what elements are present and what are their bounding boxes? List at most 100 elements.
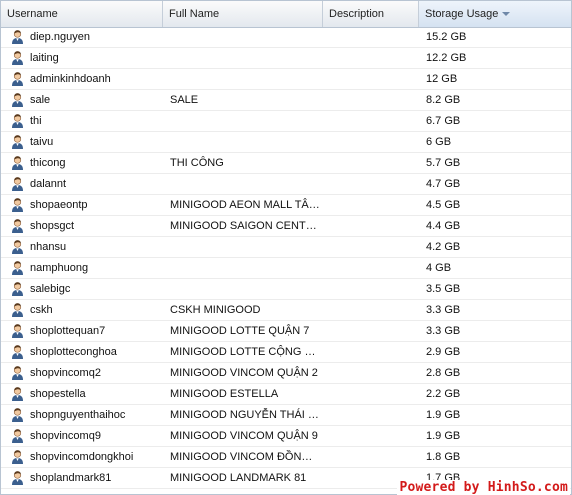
user-icon xyxy=(11,92,24,107)
description-cell xyxy=(330,111,418,131)
column-header-username[interactable]: Username xyxy=(1,1,163,27)
storage-usage-cell: 3.3 GB xyxy=(426,325,461,337)
username-cell: shoplottequan7 xyxy=(11,321,161,341)
storage-usage-cell: 12.2 GB xyxy=(426,52,467,64)
table-row[interactable]: dalannt 4.7 GB xyxy=(1,174,571,195)
full-name-cell: MINIGOOD LOTTE CỘNG HÒA xyxy=(170,346,320,358)
storage-usage-cell: 4.7 GB xyxy=(426,178,461,190)
username-cell: thi xyxy=(11,111,161,131)
table-row[interactable]: sale SALE 8.2 GB xyxy=(1,90,571,111)
user-icon xyxy=(11,302,24,317)
table-row[interactable]: thicong THI CÔNG 5.7 GB xyxy=(1,153,571,174)
user-icon xyxy=(11,281,24,296)
full-name-cell xyxy=(170,48,320,68)
table-row[interactable]: diep.nguyen 15.2 GB xyxy=(1,27,571,48)
table-row[interactable]: namphuong 4 GB xyxy=(1,258,571,279)
storage-usage-cell: 8.2 GB xyxy=(426,94,461,106)
table-row[interactable]: salebigc 3.5 GB xyxy=(1,279,571,300)
description-cell xyxy=(330,300,418,320)
username-text: laiting xyxy=(30,52,59,65)
username-cell: taivu xyxy=(11,132,161,152)
table-row[interactable]: nhansu 4.2 GB xyxy=(1,237,571,258)
username-cell: namphuong xyxy=(11,258,161,278)
username-cell: shopvincomq2 xyxy=(11,363,161,383)
user-icon xyxy=(11,407,24,422)
user-icon xyxy=(11,71,24,86)
table-row[interactable]: shopaeontp MINIGOOD AEON MALL TÂN PHÚ 4.5 … xyxy=(1,195,571,216)
user-icon xyxy=(11,260,24,275)
username-cell: shopestella xyxy=(11,384,161,404)
column-header-full-name-label: Full Name xyxy=(169,8,220,20)
description-cell xyxy=(330,363,418,383)
table-row[interactable]: cskh CSKH MINIGOOD 3.3 GB xyxy=(1,300,571,321)
user-icon xyxy=(11,113,24,128)
storage-usage-cell: 2.9 GB xyxy=(426,346,461,358)
column-header-storage-usage[interactable]: Storage Usage xyxy=(419,1,571,27)
description-cell xyxy=(330,174,418,194)
table-row[interactable]: shopvincomq2 MINIGOOD VINCOM QUẬN 2 2.8 GB xyxy=(1,363,571,384)
description-cell xyxy=(330,48,418,68)
user-icon xyxy=(11,449,24,464)
storage-usage-cell: 1.9 GB xyxy=(426,409,461,421)
storage-usage-cell: 4.2 GB xyxy=(426,241,461,253)
username-text: taivu xyxy=(30,136,54,149)
full-name-cell xyxy=(170,69,320,89)
full-name-cell xyxy=(170,258,320,278)
username-text: shoplotteconghoa xyxy=(30,346,117,359)
table-row[interactable]: thi 6.7 GB xyxy=(1,111,571,132)
full-name-cell: MINIGOOD SAIGON CENTRE xyxy=(170,220,320,232)
column-header-description[interactable]: Description xyxy=(323,1,419,27)
user-icon xyxy=(11,155,24,170)
username-text: nhansu xyxy=(30,241,67,254)
user-icon xyxy=(11,365,24,380)
username-text: thicong xyxy=(30,157,66,170)
username-text: shopaeontp xyxy=(30,199,88,212)
description-cell xyxy=(330,153,418,173)
table-row[interactable]: taivu 6 GB xyxy=(1,132,571,153)
description-cell xyxy=(330,426,418,446)
description-cell xyxy=(330,195,418,215)
description-cell xyxy=(330,132,418,152)
username-text: shoplottequan7 xyxy=(30,325,106,338)
user-icon xyxy=(11,134,24,149)
description-cell xyxy=(330,447,418,467)
table-row[interactable]: shopsgct MINIGOOD SAIGON CENTRE 4.4 GB xyxy=(1,216,571,237)
table-row[interactable]: shoplotteconghoa MINIGOOD LOTTE CỘNG HÒA 2… xyxy=(1,342,571,363)
description-cell xyxy=(330,237,418,257)
full-name-cell: MINIGOOD VINCOM QUẬN 2 xyxy=(170,367,318,379)
storage-usage-cell: 3.5 GB xyxy=(426,283,461,295)
full-name-cell xyxy=(170,27,320,47)
username-text: shopestella xyxy=(30,388,86,401)
table-row[interactable]: adminkinhdoanh 12 GB xyxy=(1,69,571,90)
username-cell: sale xyxy=(11,90,161,110)
column-header-storage-usage-label: Storage Usage xyxy=(425,8,499,20)
storage-usage-cell: 1.9 GB xyxy=(426,430,461,442)
column-header-full-name[interactable]: Full Name xyxy=(163,1,323,27)
storage-usage-cell: 5.7 GB xyxy=(426,157,461,169)
user-icon xyxy=(11,218,24,233)
username-cell: cskh xyxy=(11,300,161,320)
storage-usage-cell: 6 GB xyxy=(426,136,452,148)
storage-usage-cell: 4.4 GB xyxy=(426,220,461,232)
full-name-cell: MINIGOOD LOTTE QUẬN 7 xyxy=(170,325,310,337)
table-row[interactable]: laiting 12.2 GB xyxy=(1,48,571,69)
sort-descending-icon xyxy=(502,12,511,17)
table-row[interactable]: shopvincomdongkhoi MINIGOOD VINCOM ĐỒNG K… xyxy=(1,447,571,468)
username-text: shopvincomq9 xyxy=(30,430,101,443)
description-cell xyxy=(330,321,418,341)
storage-usage-cell: 15.2 GB xyxy=(426,31,467,43)
table-row[interactable]: shopestella MINIGOOD ESTELLA 2.2 GB xyxy=(1,384,571,405)
username-cell: salebigc xyxy=(11,279,161,299)
description-cell xyxy=(330,90,418,110)
table-row[interactable]: shopnguyenthaihoc MINIGOOD NGUYỄN THÁI HỌ… xyxy=(1,405,571,426)
username-cell: shopaeontp xyxy=(11,195,161,215)
table-row[interactable]: shopvincomq9 MINIGOOD VINCOM QUẬN 9 1.9 GB xyxy=(1,426,571,447)
table-row[interactable]: shoplottequan7 MINIGOOD LOTTE QUẬN 7 3.3 G… xyxy=(1,321,571,342)
user-storage-grid: Username Full Name Description Storage U… xyxy=(0,0,572,495)
username-cell: adminkinhdoanh xyxy=(11,69,161,89)
user-icon xyxy=(11,176,24,191)
username-cell: shoplotteconghoa xyxy=(11,342,161,362)
storage-usage-cell: 2.2 GB xyxy=(426,388,461,400)
username-cell: shoplandmark81 xyxy=(11,468,161,488)
description-cell xyxy=(330,258,418,278)
